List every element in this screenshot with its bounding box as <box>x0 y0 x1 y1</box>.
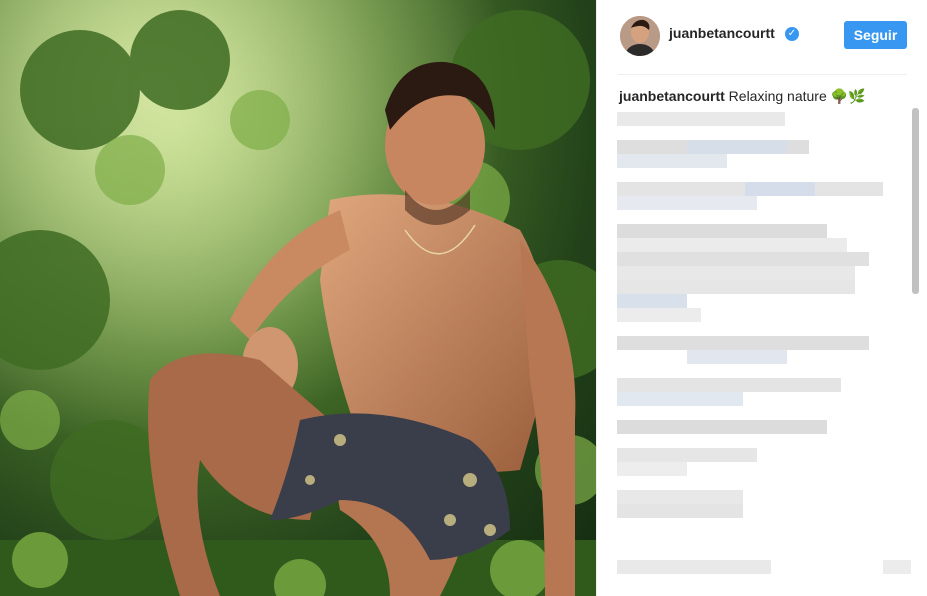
redacted-comments <box>617 110 911 580</box>
verified-badge-icon: ✓ <box>785 27 799 41</box>
follow-button[interactable]: Seguir <box>844 21 907 49</box>
avatar[interactable] <box>620 16 660 56</box>
avatar-image <box>620 16 660 56</box>
post-caption: juanbetancourtt Relaxing nature 🌳🌿 <box>619 88 866 105</box>
caption-username[interactable]: juanbetancourtt <box>619 88 725 104</box>
post-photo[interactable] <box>0 0 596 596</box>
photo-illustration <box>0 0 596 596</box>
username-link[interactable]: juanbetancourtt <box>669 25 775 41</box>
caption-text: Relaxing nature 🌳🌿 <box>728 88 866 104</box>
header-divider <box>618 74 907 75</box>
post-header: juanbetancourtt ✓ Seguir <box>597 0 927 74</box>
comments-scrollbar[interactable] <box>912 108 919 294</box>
post-side-panel: juanbetancourtt ✓ Seguir juanbetancourtt… <box>596 0 927 596</box>
